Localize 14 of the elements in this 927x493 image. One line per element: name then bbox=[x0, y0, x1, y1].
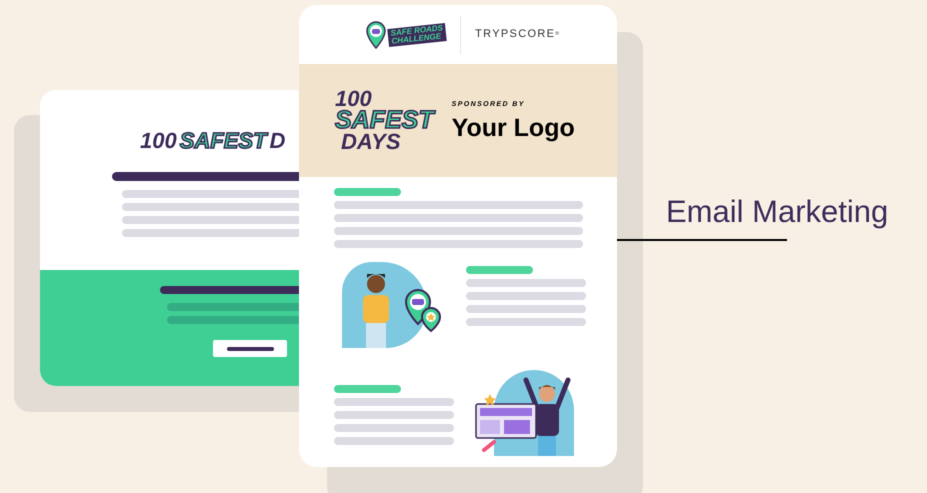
sponsor-logo: Your Logo bbox=[452, 116, 575, 142]
heading-placeholder bbox=[466, 266, 533, 274]
caption-text: Email Marketing bbox=[666, 196, 888, 227]
heading-placeholder bbox=[334, 188, 401, 196]
logo-word: SAFEST bbox=[180, 130, 267, 152]
brand-logo: TRYPSCORE$^{®}$ bbox=[475, 27, 560, 42]
map-pin-icon bbox=[366, 20, 386, 48]
logo-word: D bbox=[270, 130, 286, 152]
logo-number: 100 bbox=[335, 89, 372, 110]
logo-number: 100 bbox=[140, 130, 177, 152]
logo-word: DAYS bbox=[341, 132, 402, 152]
logo-word: SAFEST bbox=[335, 109, 434, 132]
heading-placeholder bbox=[334, 385, 401, 393]
challenge-logo: SAFE ROADS CHALLENGE bbox=[386, 22, 447, 46]
